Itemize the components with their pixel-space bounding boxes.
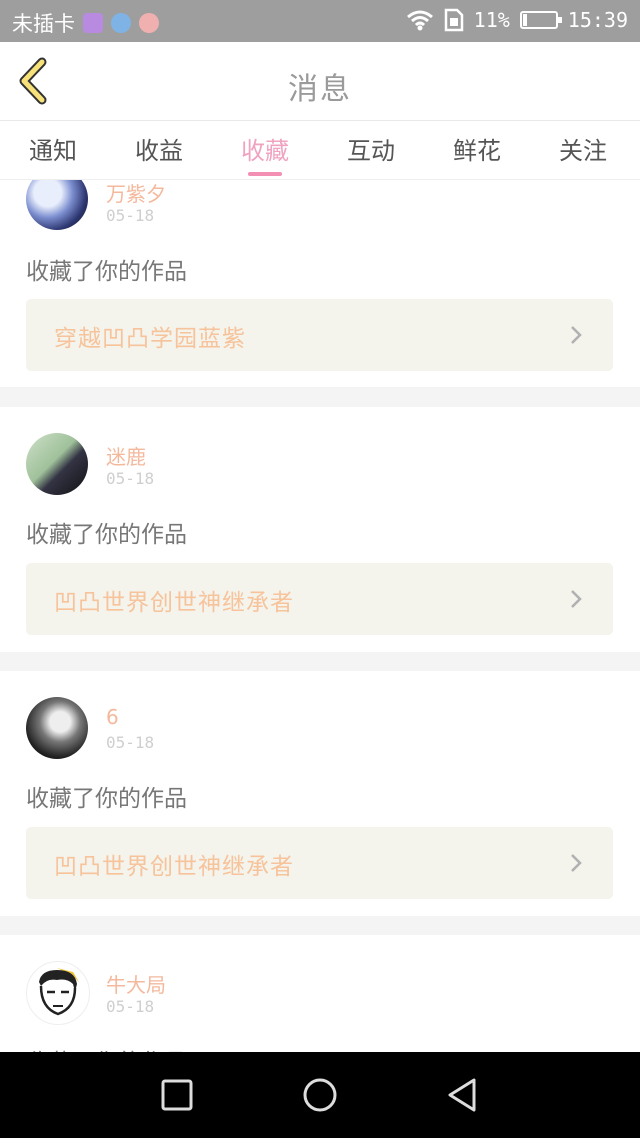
work-title: 穿越凹凸学园蓝紫 xyxy=(54,326,246,352)
date: 05-18 xyxy=(106,997,155,1016)
chevron-right-icon xyxy=(571,326,582,344)
recent-apps-icon[interactable] xyxy=(154,1072,200,1118)
status-right: 11% 15:39 xyxy=(406,8,628,32)
tab-following[interactable]: 关注 xyxy=(530,131,636,166)
work-link[interactable]: 穿越凹凸学园蓝紫 xyxy=(26,299,613,371)
tab-bar: 通知 收益 收藏 互动 鲜花 关注 xyxy=(0,121,640,180)
list-item: 牛大局 05-18 收藏了你的作品 xyxy=(0,935,640,1052)
message-feed[interactable]: 万紫夕 05-18 收藏了你的作品 穿越凹凸学园蓝紫 迷鹿 05-18 收藏了你… xyxy=(0,180,640,1052)
list-item: 迷鹿 05-18 收藏了你的作品 凹凸世界创世神继承者 xyxy=(0,407,640,652)
date: 05-18 xyxy=(106,206,155,225)
date: 05-18 xyxy=(106,469,155,488)
tab-notifications[interactable]: 通知 xyxy=(0,131,106,166)
chevron-right-icon xyxy=(571,590,582,608)
app-notification-icon xyxy=(111,13,131,33)
status-left: 未插卡 xyxy=(12,8,159,38)
battery-percent: 11% xyxy=(473,8,510,32)
username[interactable]: 迷鹿 xyxy=(106,441,146,470)
work-title: 凹凸世界创世神继承者 xyxy=(54,854,294,880)
username[interactable]: 牛大局 xyxy=(106,969,166,998)
font-app-icon xyxy=(139,13,159,33)
tab-flowers[interactable]: 鲜花 xyxy=(424,131,530,166)
app-header: 消息 xyxy=(0,42,640,121)
back-nav-icon[interactable] xyxy=(440,1072,486,1118)
tab-favorites[interactable]: 收藏 xyxy=(212,131,318,166)
avatar[interactable] xyxy=(26,697,88,759)
cartoon-face-icon xyxy=(39,968,79,1016)
username[interactable]: 万紫夕 xyxy=(106,180,166,207)
action-text: 收藏了你的作品 xyxy=(26,259,187,285)
active-tab-indicator xyxy=(248,172,282,176)
tab-earnings[interactable]: 收益 xyxy=(106,131,212,166)
battery-icon xyxy=(519,11,562,29)
sim-icon xyxy=(444,8,463,32)
action-text: 收藏了你的作品 xyxy=(26,1043,187,1052)
battery-fill xyxy=(522,14,527,26)
carrier-label: 未插卡 xyxy=(12,12,75,36)
username[interactable]: 6 xyxy=(106,705,119,729)
list-item: 万紫夕 05-18 收藏了你的作品 穿越凹凸学园蓝紫 xyxy=(0,180,640,387)
action-text: 收藏了你的作品 xyxy=(26,522,187,548)
gallery-app-icon xyxy=(83,13,103,33)
avatar[interactable] xyxy=(26,180,88,230)
work-link[interactable]: 凹凸世界创世神继承者 xyxy=(26,827,613,899)
avatar[interactable] xyxy=(26,961,90,1025)
avatar[interactable] xyxy=(26,433,88,495)
date: 05-18 xyxy=(106,733,155,752)
tab-interactions[interactable]: 互动 xyxy=(318,131,424,166)
list-item: 6 05-18 收藏了你的作品 凹凸世界创世神继承者 xyxy=(0,671,640,916)
page-title: 消息 xyxy=(288,72,352,107)
wifi-icon xyxy=(406,10,433,31)
system-navigation-bar xyxy=(0,1052,640,1138)
action-text: 收藏了你的作品 xyxy=(26,786,187,812)
status-bar: 未插卡 11% 15:39 xyxy=(0,0,640,42)
clock: 15:39 xyxy=(567,8,628,32)
work-title: 凹凸世界创世神继承者 xyxy=(54,590,294,616)
home-icon[interactable] xyxy=(297,1072,343,1118)
chevron-right-icon xyxy=(571,854,582,872)
work-link[interactable]: 凹凸世界创世神继承者 xyxy=(26,563,613,635)
